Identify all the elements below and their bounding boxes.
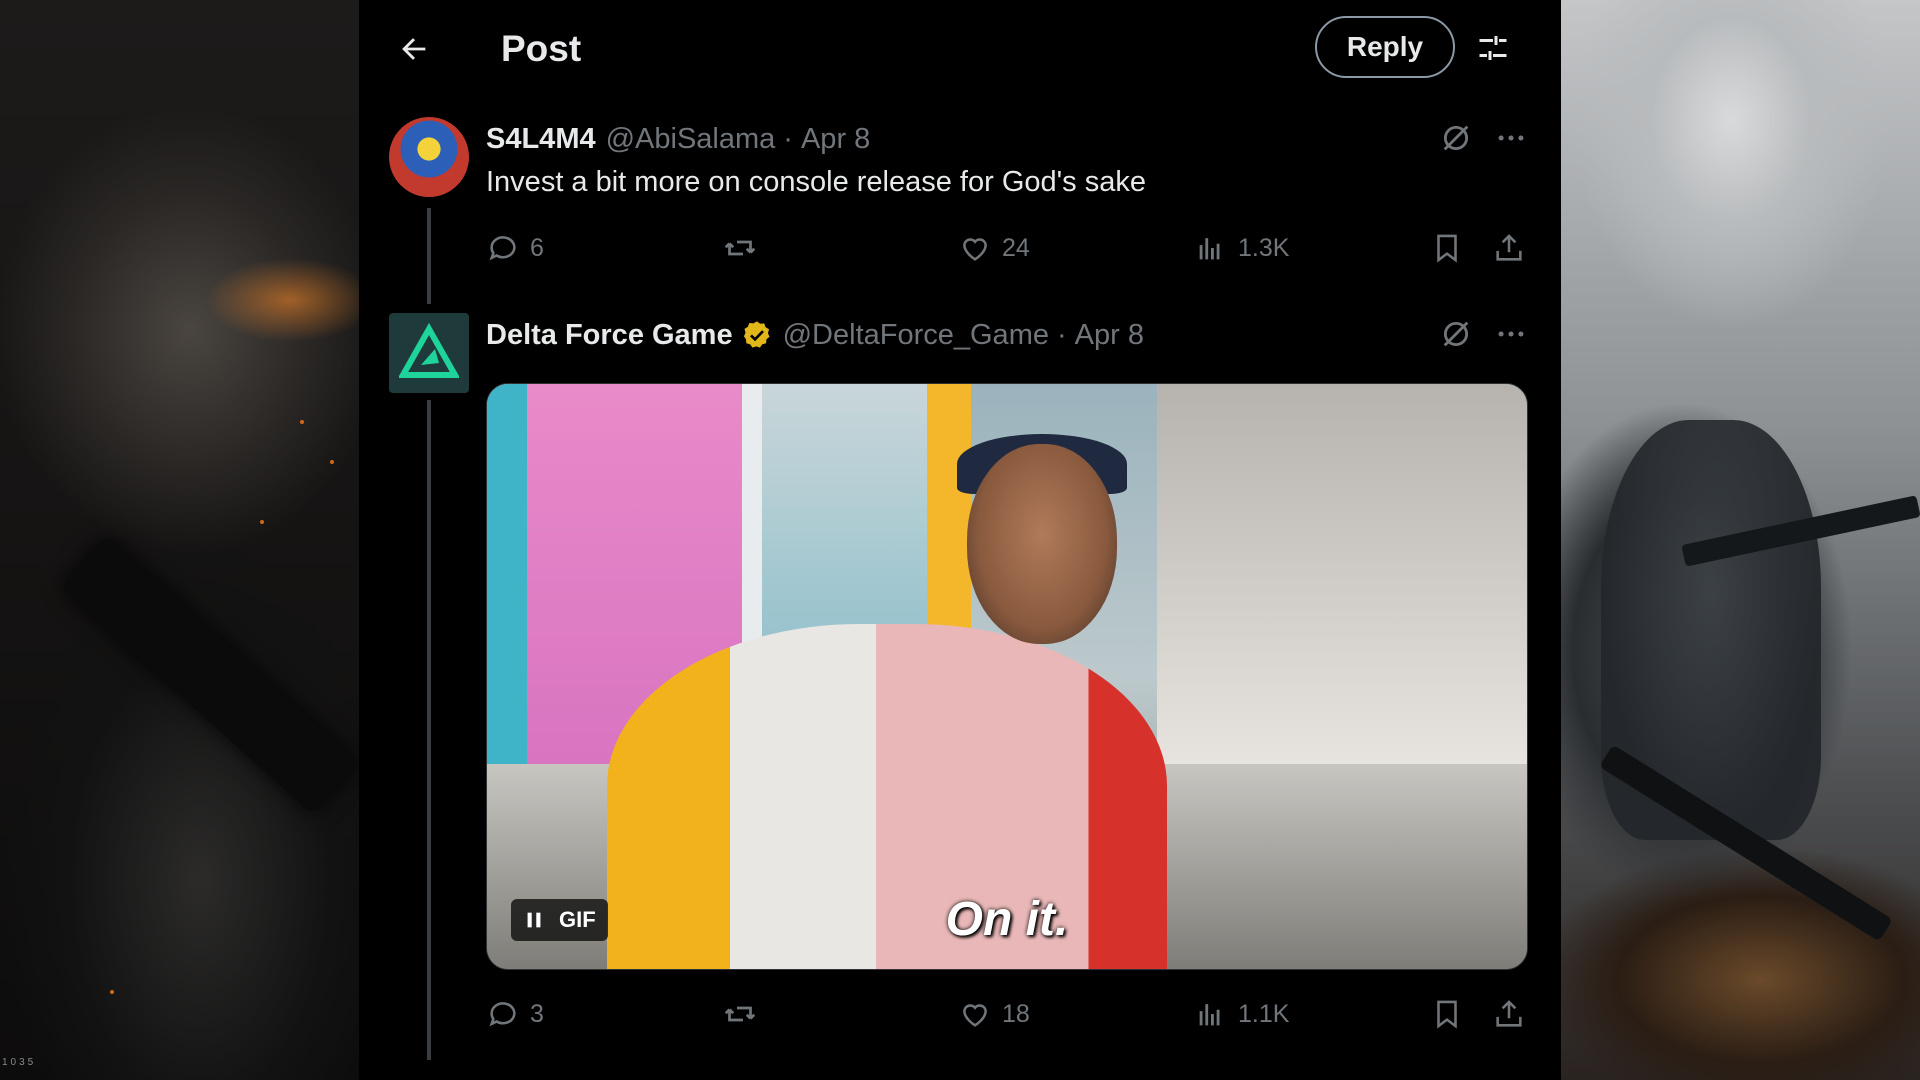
heart-icon xyxy=(963,238,987,261)
comment-icon xyxy=(489,236,516,261)
avatar[interactable] xyxy=(389,117,469,197)
separator: · xyxy=(1056,318,1067,351)
bookmark-icon xyxy=(1437,1000,1457,1029)
post-actions: 6 24 1.3K xyxy=(486,228,1526,268)
view-count: 1.3K xyxy=(1238,233,1290,262)
gif-controls[interactable]: GIF xyxy=(511,899,608,941)
media-scene xyxy=(1157,384,1527,764)
thread-line xyxy=(427,400,431,1060)
page-title: Post xyxy=(501,28,582,69)
media-person xyxy=(967,444,1117,644)
arrow-left-icon xyxy=(402,38,426,60)
share-action[interactable] xyxy=(1492,994,1526,1034)
user-handle[interactable]: @AbiSalama xyxy=(606,123,776,156)
post-actions: 3 18 1.1K xyxy=(486,994,1526,1034)
more-horizontal-icon xyxy=(1498,331,1524,337)
media-scene xyxy=(487,384,527,764)
ember xyxy=(260,520,264,524)
filter-button[interactable] xyxy=(1471,26,1515,70)
ember xyxy=(110,990,114,994)
comment-icon xyxy=(489,1002,516,1027)
separator: · xyxy=(783,122,793,155)
gif-badge: GIF xyxy=(559,907,596,932)
grok-icon xyxy=(1443,125,1469,151)
post-text: Invest a bit more on console release for… xyxy=(486,166,1146,198)
sliders-icon xyxy=(1479,36,1507,60)
avatar[interactable] xyxy=(389,313,469,393)
post-meta: Delta Force Game @DeltaForce_Game · Apr … xyxy=(486,315,1144,355)
reply-action[interactable]: 3 xyxy=(486,994,544,1034)
verified-badge-icon xyxy=(741,319,773,351)
repost-action[interactable] xyxy=(722,228,758,268)
grok-button[interactable] xyxy=(1436,118,1476,158)
view-count: 1.1K xyxy=(1238,999,1290,1028)
post-header: Post Reply xyxy=(359,0,1561,100)
share-icon xyxy=(1496,1000,1522,1027)
bookmark-action[interactable] xyxy=(1430,228,1464,268)
back-button[interactable] xyxy=(389,24,439,74)
share-action[interactable] xyxy=(1492,228,1526,268)
reply-count: 6 xyxy=(530,233,544,262)
more-button[interactable] xyxy=(1491,314,1531,354)
display-name[interactable]: S4L4M4 xyxy=(486,123,596,156)
gif-media[interactable]: On it. GIF xyxy=(486,383,1528,970)
repost-icon xyxy=(724,240,756,256)
post-column: Post Reply S4L4M4 @AbiSalama · Apr 8 Inv… xyxy=(359,0,1561,1080)
ember xyxy=(330,460,334,464)
reply-button[interactable]: Reply xyxy=(1315,16,1455,78)
bookmark-action[interactable] xyxy=(1430,994,1464,1034)
user-handle[interactable]: @DeltaForce_Game xyxy=(783,319,1049,352)
like-count: 24 xyxy=(1002,233,1030,262)
reply-count: 3 xyxy=(530,999,544,1028)
post-date[interactable]: Apr 8 xyxy=(1075,319,1144,352)
post-date[interactable]: Apr 8 xyxy=(801,123,870,156)
rifle-silhouette xyxy=(60,535,359,815)
grok-icon xyxy=(1443,321,1469,347)
corner-tag: 1035 xyxy=(2,1057,37,1068)
heart-icon xyxy=(963,1004,987,1027)
share-icon xyxy=(1496,234,1522,261)
ember xyxy=(300,420,304,424)
post-meta: S4L4M4 @AbiSalama · Apr 8 xyxy=(486,119,870,159)
thread-line xyxy=(427,208,431,304)
display-name[interactable]: Delta Force Game xyxy=(486,319,733,352)
analytics-icon xyxy=(1199,238,1220,260)
right-background-art xyxy=(1561,0,1920,1080)
repost-action[interactable] xyxy=(722,994,758,1034)
grok-button[interactable] xyxy=(1436,314,1476,354)
bookmark-icon xyxy=(1437,234,1457,263)
like-count: 18 xyxy=(1002,999,1030,1028)
delta-force-logo-icon xyxy=(399,323,459,378)
like-action[interactable]: 18 xyxy=(958,994,1030,1034)
like-action[interactable]: 24 xyxy=(958,228,1030,268)
more-horizontal-icon xyxy=(1498,135,1524,141)
views-action[interactable]: 1.1K xyxy=(1194,994,1289,1034)
reply-action[interactable]: 6 xyxy=(486,228,544,268)
left-background-art: 1035 xyxy=(0,0,359,1080)
pause-icon[interactable] xyxy=(521,907,547,933)
repost-icon xyxy=(724,1006,756,1022)
analytics-icon xyxy=(1199,1004,1220,1026)
views-action[interactable]: 1.3K xyxy=(1194,228,1289,268)
gif-caption: On it. xyxy=(945,893,1069,946)
more-button[interactable] xyxy=(1491,118,1531,158)
